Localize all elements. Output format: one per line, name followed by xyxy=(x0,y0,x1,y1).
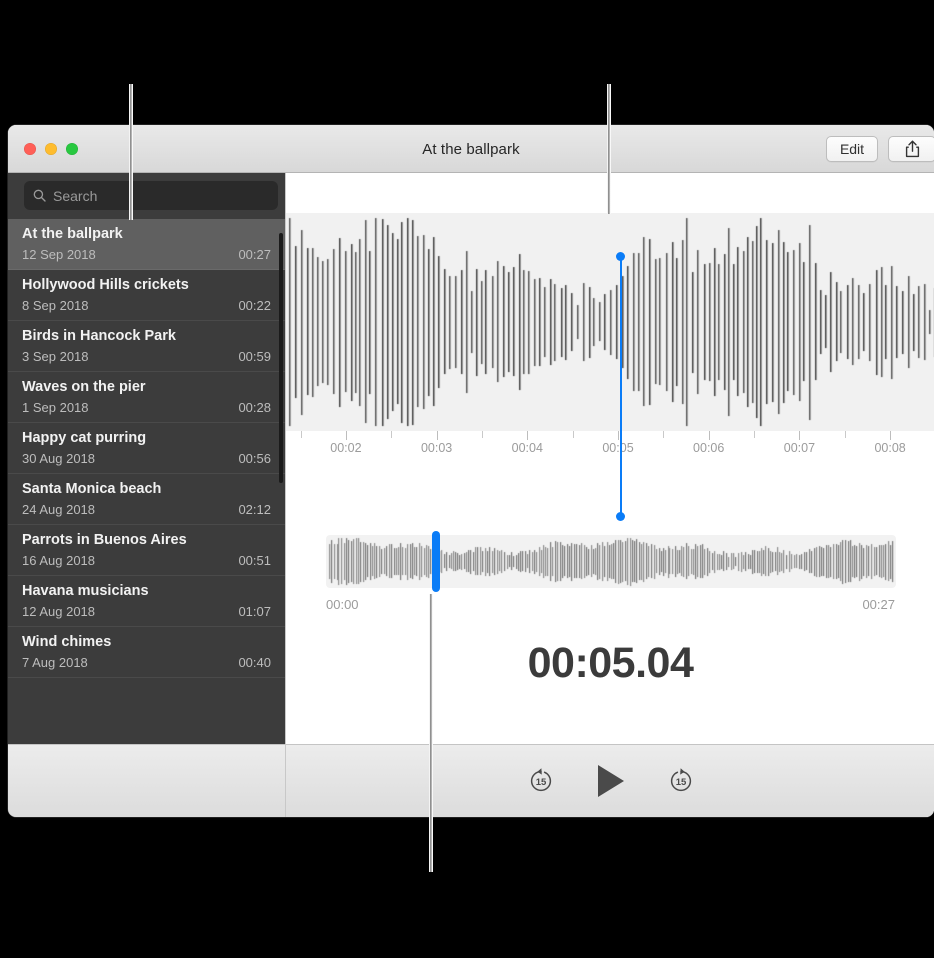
recording-row[interactable]: Waves on the pier 1 Sep 2018 00:28 xyxy=(8,372,285,423)
window-title: At the ballpark xyxy=(422,140,520,158)
overview-waveform[interactable] xyxy=(326,535,896,588)
ruler-tick xyxy=(527,431,529,440)
play-button[interactable] xyxy=(594,762,628,800)
skip-back-15-icon: 15 xyxy=(530,768,551,792)
recording-date: 3 Sep 2018 xyxy=(22,349,89,364)
recording-duration: 00:27 xyxy=(238,247,271,262)
ruler-label: 00:04 xyxy=(511,441,543,455)
recording-date: 12 Aug 2018 xyxy=(22,604,96,619)
recording-date: 24 Aug 2018 xyxy=(22,502,96,517)
recording-date: 8 Sep 2018 xyxy=(22,298,89,313)
recording-duration: 00:51 xyxy=(238,553,271,568)
play-icon xyxy=(597,765,624,797)
sidebar-scrollbar[interactable] xyxy=(279,233,283,483)
ruler-tick xyxy=(300,431,302,438)
recording-title: Hollywood Hills crickets xyxy=(22,277,189,293)
ruler-tick xyxy=(663,431,665,438)
recording-row[interactable]: At the ballpark 12 Sep 2018 00:27 xyxy=(8,219,285,270)
recording-duration: 00:56 xyxy=(238,451,271,466)
sidebar-bottom-bar xyxy=(8,744,285,817)
playhead-line xyxy=(619,256,622,516)
ruler-label: 00:08 xyxy=(874,441,906,455)
recording-date: 7 Aug 2018 xyxy=(22,655,88,670)
ruler-tick xyxy=(844,431,846,438)
screenshot-root: At the ballpark Edit Search At the ballp… xyxy=(0,0,934,958)
ruler-label: 00:05 xyxy=(602,441,634,455)
ruler-tick xyxy=(345,431,347,440)
ruler-tick xyxy=(799,431,801,440)
recordings-sidebar: Search At the ballpark 12 Sep 2018 00:27 Ho… xyxy=(8,173,285,817)
recording-row[interactable]: Santa Monica beach 24 Aug 2018 02:12 xyxy=(8,474,285,525)
recording-row[interactable]: Havana musicians 12 Aug 2018 01:07 xyxy=(8,576,285,627)
playhead-bottom-knob[interactable] xyxy=(616,512,625,521)
skip-forward-15-icon: 15 xyxy=(670,768,691,792)
detail-pane: 00:02 00:03 00:04 00:05 00:06 00:07 00:08 00:0… xyxy=(285,173,934,817)
ruler-label: 00:07 xyxy=(783,441,816,455)
playhead-callout xyxy=(607,84,611,214)
search-placeholder: Search xyxy=(53,187,98,204)
skip-forward-15-button[interactable]: 15 xyxy=(666,766,696,796)
recording-date: 1 Sep 2018 xyxy=(22,400,89,415)
ruler-tick xyxy=(436,431,438,440)
search-icon xyxy=(33,189,46,202)
ruler-label: 00:02 xyxy=(330,441,362,455)
ruler-tick xyxy=(754,431,756,438)
svg-text:15: 15 xyxy=(535,777,546,788)
overview-end-time: 00:27 xyxy=(862,597,895,612)
skip-back-15-button[interactable]: 15 xyxy=(526,766,556,796)
ruler-label: 00:06 xyxy=(693,441,725,455)
search-area: Search xyxy=(8,173,285,219)
recording-row[interactable]: Birds in Hancock Park 3 Sep 2018 00:59 xyxy=(8,321,285,372)
recording-row[interactable]: Parrots in Buenos Aires 16 Aug 2018 00:51 xyxy=(8,525,285,576)
recording-title: Waves on the pier xyxy=(22,379,146,395)
recording-date: 16 Aug 2018 xyxy=(22,553,96,568)
current-time-display: 00:05.04 xyxy=(527,639,694,687)
voice-memos-window: At the ballpark Edit Search At the ballp… xyxy=(8,125,934,817)
recording-title: Birds in Hancock Park xyxy=(22,328,176,344)
recording-title: Parrots in Buenos Aires xyxy=(22,532,187,548)
ruler-tick xyxy=(481,431,483,438)
overview-scrubber-handle[interactable] xyxy=(432,531,440,592)
overview-handle-callout xyxy=(429,594,433,872)
recording-duration: 02:12 xyxy=(238,502,271,517)
overview-start-time: 00:00 xyxy=(326,597,359,612)
recording-duration: 00:22 xyxy=(238,298,271,313)
search-input[interactable]: Search xyxy=(24,181,278,210)
recording-title: Havana musicians xyxy=(22,583,149,599)
edit-button[interactable]: Edit xyxy=(826,136,878,162)
ruler-tick xyxy=(572,431,574,438)
recording-date: 12 Sep 2018 xyxy=(22,247,96,262)
search-field-callout xyxy=(129,84,133,220)
recording-date: 30 Aug 2018 xyxy=(22,451,96,466)
share-icon xyxy=(905,140,919,158)
transport-controls: 15 15 xyxy=(286,744,934,817)
window-titlebar: At the ballpark Edit xyxy=(8,125,934,173)
waveform-display[interactable] xyxy=(286,213,934,431)
recording-title: At the ballpark xyxy=(22,226,123,242)
svg-text:15: 15 xyxy=(675,777,686,788)
recordings-list: At the ballpark 12 Sep 2018 00:27 Hollywood… xyxy=(8,219,285,678)
recording-title: Happy cat purring xyxy=(22,430,147,446)
recording-duration: 00:28 xyxy=(238,400,271,415)
ruler-tick xyxy=(391,431,393,438)
ruler-tick xyxy=(890,431,892,440)
recording-row[interactable]: Wind chimes 7 Aug 2018 00:40 xyxy=(8,627,285,678)
ruler-tick xyxy=(708,431,710,440)
recording-title: Wind chimes xyxy=(22,634,112,650)
recording-duration: 00:40 xyxy=(238,655,271,670)
ruler-label: 00:03 xyxy=(420,441,453,455)
recording-duration: 00:59 xyxy=(238,349,271,364)
recording-title: Santa Monica beach xyxy=(22,481,162,497)
recording-row[interactable]: Happy cat purring 30 Aug 2018 00:56 xyxy=(8,423,285,474)
share-button[interactable] xyxy=(888,136,934,162)
recording-duration: 01:07 xyxy=(238,604,271,619)
recording-row[interactable]: Hollywood Hills crickets 8 Sep 2018 00:22 xyxy=(8,270,285,321)
time-ruler: 00:02 00:03 00:04 00:05 00:06 00:07 00:08 xyxy=(286,431,934,479)
